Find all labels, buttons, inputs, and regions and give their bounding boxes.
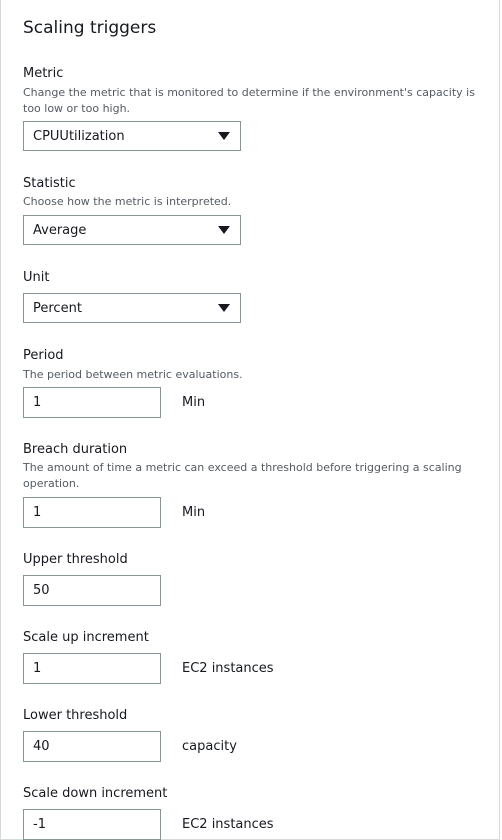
lower-threshold-input[interactable]: 40 [23,731,161,762]
period-input-value: 1 [33,395,42,410]
breach-duration-input[interactable]: 1 [23,497,161,528]
scaling-triggers-panel: Scaling triggers Metric Change the metri… [0,0,500,840]
scale-up-increment-input-value: 1 [33,661,42,676]
metric-label: Metric [23,66,64,81]
breach-duration-label: Breach duration [23,442,128,457]
breach-duration-input-value: 1 [33,505,42,520]
caret-down-icon [218,304,230,312]
scale-down-increment-unit: EC2 instances [182,817,274,832]
metric-description: Change the metric that is monitored to d… [23,86,475,115]
period-input[interactable]: 1 [23,387,161,418]
lower-threshold-input-value: 40 [33,739,50,754]
statistic-description: Choose how the metric is interpreted. [23,195,232,208]
breach-duration-unit: Min [182,505,206,520]
scale-down-increment-input-value: -1 [33,817,46,832]
scale-down-increment-label: Scale down increment [23,786,168,801]
caret-down-icon [218,226,230,234]
scale-up-increment-label: Scale up increment [23,630,149,645]
period-description: The period between metric evaluations. [23,368,243,381]
period-label: Period [23,348,64,363]
metric-select[interactable]: CPUUtilization [23,121,241,151]
section-title: Scaling triggers [23,18,157,38]
scale-up-increment-unit: EC2 instances [182,661,274,676]
unit-select[interactable]: Percent [23,293,241,323]
scale-down-increment-input[interactable]: -1 [23,809,161,840]
upper-threshold-label: Upper threshold [23,552,128,567]
scale-up-increment-input[interactable]: 1 [23,653,161,684]
unit-label: Unit [23,270,50,285]
breach-duration-description: The amount of time a metric can exceed a… [23,461,462,490]
statistic-select-value: Average [33,223,87,238]
lower-threshold-unit: capacity [182,739,237,754]
unit-select-value: Percent [33,301,82,316]
statistic-select[interactable]: Average [23,215,241,245]
upper-threshold-input[interactable]: 50 [23,575,161,606]
metric-select-value: CPUUtilization [33,129,125,144]
lower-threshold-label: Lower threshold [23,708,128,723]
period-unit: Min [182,395,206,410]
statistic-label: Statistic [23,176,76,191]
upper-threshold-input-value: 50 [33,583,50,598]
caret-down-icon [218,132,230,140]
